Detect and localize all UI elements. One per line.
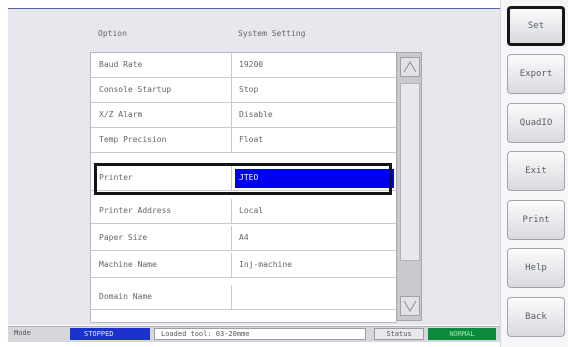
status-message: Loaded tool: 03-20mme [154, 328, 366, 340]
scroll-down-button[interactable] [400, 296, 420, 316]
option-label: Domain Name [91, 285, 232, 309]
option-value: Float [239, 135, 264, 144]
option-value: Disable [239, 110, 273, 119]
status-value: NORMAL [428, 328, 496, 340]
help-button[interactable]: Help [507, 248, 565, 288]
arrow-up-icon [403, 61, 417, 73]
option-label: Paper Size [91, 226, 232, 250]
mode-value: STOPPED [70, 328, 150, 340]
scroll-up-button[interactable] [400, 57, 420, 77]
option-column-header: Option [98, 29, 127, 38]
table-row[interactable]: X/Z Alarm Disable [91, 103, 396, 128]
mode-label: Mode [14, 329, 31, 337]
exit-button[interactable]: Exit [507, 151, 565, 191]
option-label: Machine Name [91, 253, 232, 277]
table-row[interactable]: Machine Name Inj-machine [91, 253, 396, 278]
quadio-button[interactable]: QuadIO [507, 103, 565, 143]
table-row[interactable]: Domain Name [91, 285, 396, 310]
table-row[interactable]: Printer Address Local [91, 199, 396, 224]
option-value: Inj-machine [239, 260, 292, 269]
selection-focus-frame [94, 163, 392, 195]
option-value [239, 285, 396, 309]
option-label: Printer Address [91, 199, 232, 223]
option-value: Local [239, 206, 264, 215]
scroll-thumb[interactable] [400, 83, 420, 261]
print-button[interactable]: Print [507, 200, 565, 240]
option-label: Baud Rate [91, 53, 232, 77]
table-row[interactable]: Paper Size A4 [91, 226, 396, 251]
option-label: Console Startup [91, 78, 232, 102]
option-value: A4 [239, 233, 249, 242]
setting-column-header: System Setting [238, 29, 306, 38]
option-value: Stop [239, 85, 259, 94]
arrow-down-icon [403, 300, 417, 312]
table-row[interactable]: Baud Rate 19200 [91, 53, 396, 78]
status-bar: Mode STOPPED Loaded tool: 03-20mme Statu… [8, 326, 500, 342]
function-key-sidebar: Set Export QuadIO Exit Print Help Back [500, 0, 568, 347]
back-button[interactable]: Back [507, 297, 565, 337]
table-row[interactable]: Console Startup Stop [91, 78, 396, 103]
settings-screen: Option System Setting Baud Rate 19200 Co… [8, 8, 500, 325]
table-scrollbar[interactable] [396, 52, 422, 321]
option-value: 19200 [239, 60, 264, 69]
export-button[interactable]: Export [507, 54, 565, 94]
status-label: Status [374, 328, 424, 340]
table-row[interactable]: Temp Precision Float [91, 128, 396, 153]
option-label: Temp Precision [91, 128, 232, 152]
set-button[interactable]: Set [507, 6, 565, 46]
option-label: X/Z Alarm [91, 103, 232, 127]
